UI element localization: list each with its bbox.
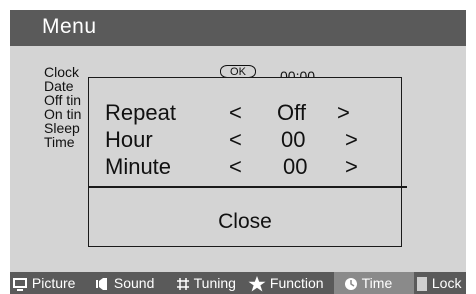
repeat-left-arrow[interactable]: < [229,100,242,126]
sound-icon [96,275,114,291]
hour-right-arrow[interactable]: > [345,127,358,153]
bottom-tab-bar: Picture Sound Tuning Function Time Lock [10,272,466,294]
tab-picture[interactable]: Picture [12,272,75,294]
tab-function-label: Function [269,275,324,291]
repeat-value: Off [277,100,306,125]
hour-value: 00 [281,127,306,152]
menu-item-time[interactable]: Time [44,135,81,149]
background-menu-list: Clock Date Off tin On tin Sleep Time [44,65,81,149]
menu-item-date[interactable]: Date [44,79,81,93]
tab-lock-label: Lock [431,275,462,291]
minute-value: 00 [283,154,308,179]
hour-label: Hour [105,127,153,152]
tab-time[interactable]: Time [334,272,414,294]
clock-icon [344,275,362,291]
hour-left-arrow[interactable]: < [229,127,242,153]
tab-function[interactable]: Function [248,272,324,294]
lock-icon [416,275,432,292]
menu-item-clock[interactable]: Clock [44,65,81,79]
repeat-row[interactable]: Repeat < Off > [89,100,401,126]
tuning-icon [176,275,194,291]
close-button[interactable]: Close [89,210,401,234]
menu-item-on-time[interactable]: On tin [44,107,81,121]
menu-item-sleep[interactable]: Sleep [44,121,81,135]
tab-tuning[interactable]: Tuning [176,272,236,294]
minute-left-arrow[interactable]: < [229,154,242,180]
menu-title: Menu [42,15,97,38]
tab-time-label: Time [361,275,393,291]
repeat-right-arrow[interactable]: > [337,100,350,126]
minute-right-arrow[interactable]: > [345,154,358,180]
minute-row[interactable]: Minute < 00 > [89,154,401,180]
menu-item-off-time[interactable]: Off tin [44,93,81,107]
star-icon [248,275,270,292]
tab-picture-label: Picture [31,275,76,291]
picture-icon [12,275,32,292]
minute-label: Minute [105,154,172,179]
tab-sound[interactable]: Sound [96,272,154,294]
tab-lock[interactable]: Lock [416,272,461,294]
dialog-divider [89,186,407,188]
repeat-label: Repeat [105,100,176,125]
tv-menu-screen: Menu Clock Date Off tin On tin Sleep Tim… [10,10,466,294]
tab-tuning-label: Tuning [193,275,236,291]
tab-sound-label: Sound [113,275,155,291]
menu-header: Menu [10,10,466,46]
hour-row[interactable]: Hour < 00 > [89,127,401,153]
off-time-dialog: Repeat < Off > Hour < 00 > Minute < 00 >… [88,77,407,247]
